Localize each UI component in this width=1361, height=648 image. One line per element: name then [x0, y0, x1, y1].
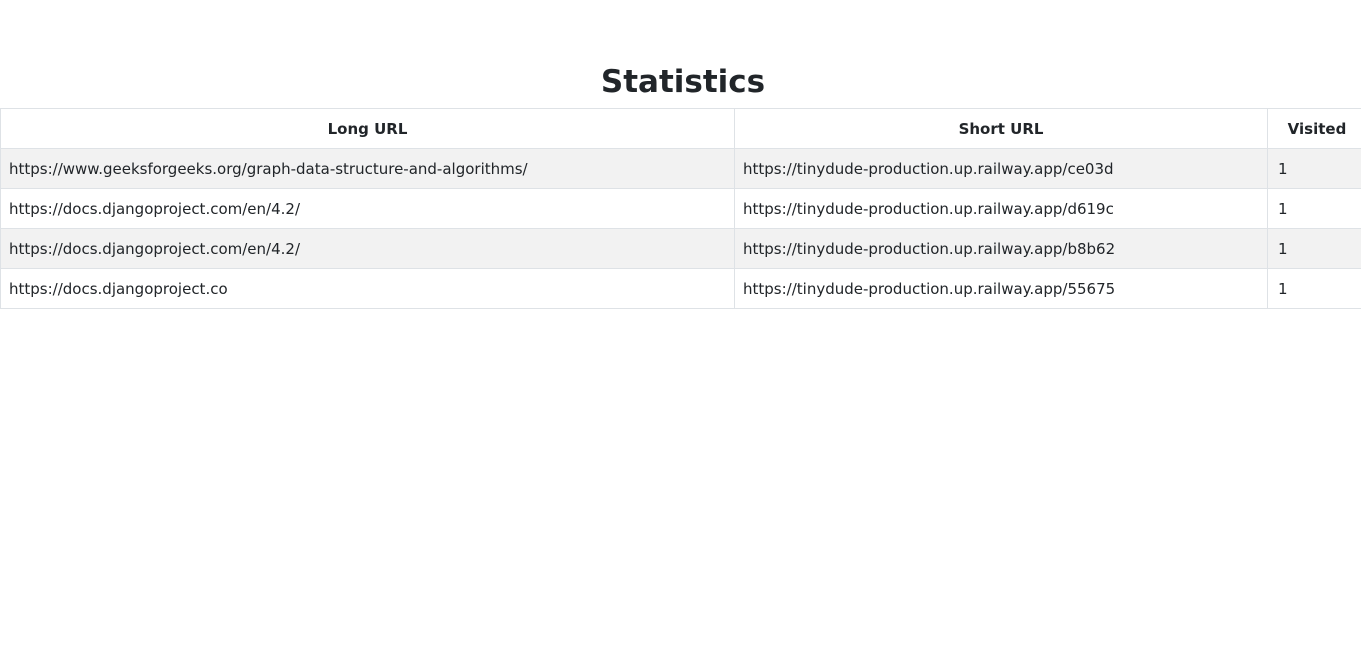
table-row: https://docs.djangoproject.com/en/4.2/ h…: [0, 228, 1361, 269]
table-body: https://www.geeksforgeeks.org/graph-data…: [0, 148, 1361, 309]
short-url-cell: https://tinydude-production.up.railway.a…: [734, 188, 1268, 229]
long-url-cell: https://docs.djangoproject.com/en/4.2/: [0, 228, 735, 269]
visited-count-cell: 1: [1267, 188, 1361, 229]
long-url-cell: https://www.geeksforgeeks.org/graph-data…: [0, 148, 735, 189]
long-url-cell: https://docs.djangoproject.com/en/4.2/: [0, 188, 735, 229]
table-header: Long URL Short URL Visited: [0, 108, 1361, 149]
page-title: Statistics: [600, 64, 766, 100]
table-row: https://www.geeksforgeeks.org/graph-data…: [0, 148, 1361, 189]
short-url-cell: https://tinydude-production.up.railway.a…: [734, 228, 1268, 269]
visited-count-cell: 1: [1267, 148, 1361, 189]
table-row: https://docs.djangoproject.com/en/4.2/ h…: [0, 188, 1361, 229]
column-header-long-url: Long URL: [0, 108, 735, 149]
short-url-cell: https://tinydude-production.up.railway.a…: [734, 148, 1268, 189]
table-header-row: Long URL Short URL Visited: [0, 108, 1361, 149]
column-header-short-url: Short URL: [734, 108, 1268, 149]
table-row: https://docs.djangoproject.co https://ti…: [0, 268, 1361, 309]
statistics-table: Long URL Short URL Visited https://www.g…: [0, 108, 1361, 309]
visited-count-cell: 1: [1267, 228, 1361, 269]
visited-count-cell: 1: [1267, 268, 1361, 309]
short-url-cell: https://tinydude-production.up.railway.a…: [734, 268, 1268, 309]
column-header-visited: Visited: [1267, 108, 1361, 149]
long-url-cell: https://docs.djangoproject.co: [0, 268, 735, 309]
